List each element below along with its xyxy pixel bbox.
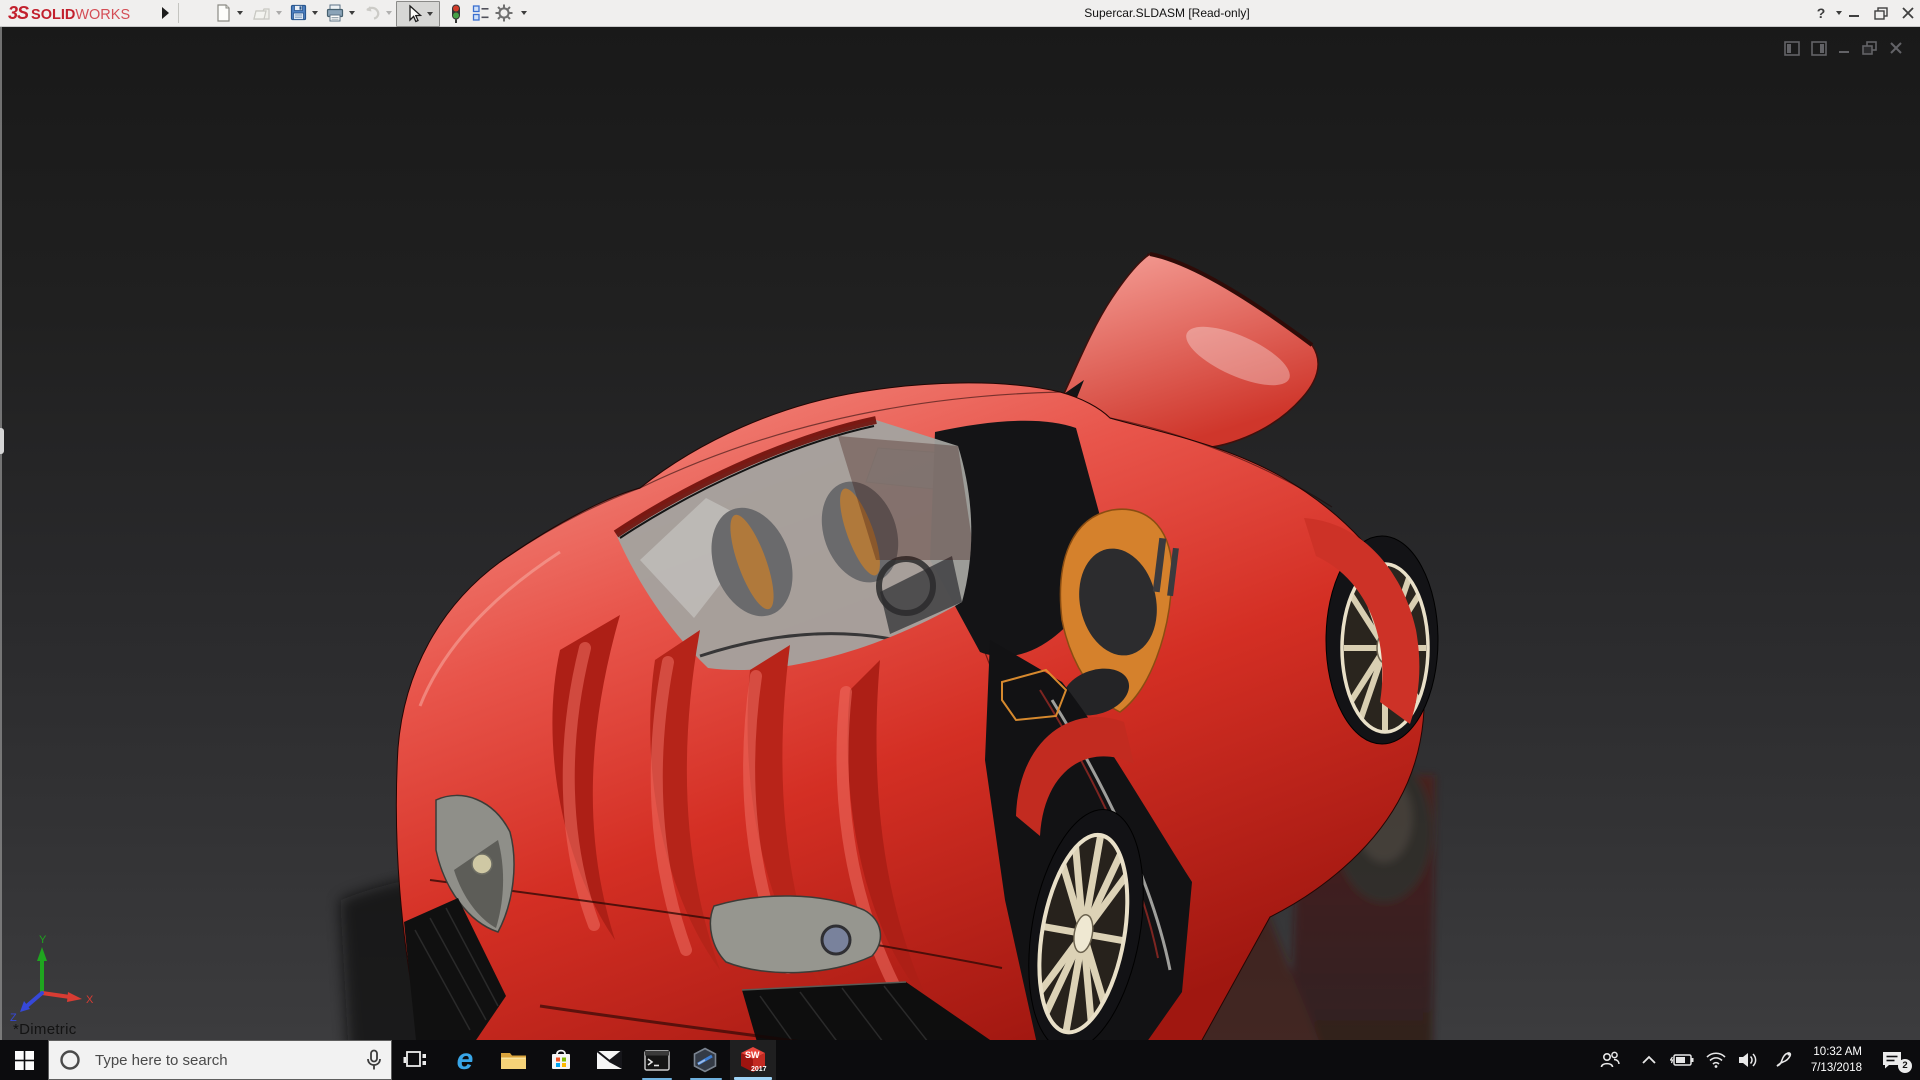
gear-icon <box>495 4 513 22</box>
file-explorer-icon <box>500 1053 526 1069</box>
view-orientation-label: *Dimetric <box>13 1021 77 1038</box>
menu-flyout-icon[interactable] <box>162 7 169 19</box>
windows-ink-tray-button[interactable] <box>1767 1040 1799 1080</box>
clock-time: 10:32 AM <box>1813 1046 1862 1058</box>
wifi-tray-button[interactable] <box>1700 1040 1732 1080</box>
doc-close-icon[interactable] <box>1889 41 1903 56</box>
solidworks-2017-icon: SW 2017 <box>741 1047 767 1073</box>
undo-button[interactable] <box>362 1 392 25</box>
pen-icon <box>1776 1052 1792 1067</box>
panel-splitter[interactable] <box>0 26 2 1040</box>
taskbar-app-edge[interactable]: e <box>442 1040 488 1080</box>
sw-label: SW <box>745 1050 760 1060</box>
minimize-button[interactable] <box>1843 0 1865 26</box>
dropdown-arrow[interactable] <box>312 11 318 15</box>
new-document-button[interactable] <box>214 1 243 25</box>
solidworks-logo: 3S SOLIDWORKS <box>8 3 131 23</box>
model-supercar[interactable] <box>0 26 1920 1040</box>
task-view-button[interactable] <box>392 1040 438 1080</box>
dropdown-arrow[interactable] <box>426 12 433 16</box>
battery-charging-icon <box>1670 1054 1694 1066</box>
restore-button[interactable] <box>1869 0 1893 26</box>
taskbar-search[interactable] <box>48 1040 392 1080</box>
save-button[interactable] <box>289 1 318 25</box>
taskbar-app-edrawings[interactable] <box>682 1040 728 1080</box>
doc-minimize-icon[interactable] <box>1838 41 1851 56</box>
save-icon <box>290 4 307 21</box>
pane-right-icon[interactable] <box>1811 40 1827 56</box>
taskbar: e <box>0 1040 1920 1080</box>
orientation-triad: Y X Z <box>8 933 100 1028</box>
people-icon <box>1600 1051 1620 1068</box>
feature-list-icon <box>472 5 489 21</box>
start-button[interactable] <box>0 1040 48 1080</box>
taskbar-app-store[interactable] <box>538 1040 584 1080</box>
volume-tray-button[interactable] <box>1732 1040 1764 1080</box>
feature-properties-button[interactable] <box>471 1 491 25</box>
taskbar-app-command-prompt[interactable] <box>634 1040 680 1080</box>
hidden-icons-button[interactable] <box>1633 1040 1665 1080</box>
clock-date: 7/13/2018 <box>1810 1062 1862 1074</box>
people-tray-button[interactable] <box>1594 1040 1626 1080</box>
sw-year: 2017 <box>751 1066 767 1073</box>
task-view-icon <box>403 1051 426 1067</box>
undo-icon <box>366 6 380 20</box>
brand-glyph: 3S <box>8 3 29 23</box>
toolbar-separator <box>178 3 179 23</box>
taskbar-clock[interactable]: 10:32 AM 7/13/2018 <box>1800 1044 1862 1076</box>
help-dropdown-arrow[interactable] <box>1836 11 1842 15</box>
help-button[interactable]: ? <box>1808 0 1834 26</box>
taskbar-app-mail[interactable] <box>586 1040 632 1080</box>
select-cursor-icon <box>408 4 422 23</box>
panel-splitter-handle[interactable] <box>0 428 4 454</box>
open-icon <box>253 8 270 20</box>
windows-logo-icon <box>14 1050 34 1070</box>
doc-restore-icon[interactable] <box>1862 40 1878 56</box>
triad-x-label: X <box>86 994 94 1006</box>
command-prompt-icon <box>644 1049 670 1071</box>
battery-tray-button[interactable] <box>1666 1040 1698 1080</box>
dropdown-arrow[interactable] <box>521 11 527 15</box>
dropdown-arrow[interactable] <box>386 11 392 15</box>
search-input[interactable] <box>93 1050 337 1070</box>
taskbar-app-file-explorer[interactable] <box>490 1040 536 1080</box>
new-document-icon <box>217 4 230 22</box>
print-button[interactable] <box>325 1 355 25</box>
pane-left-icon[interactable] <box>1784 40 1800 56</box>
store-icon <box>552 1049 570 1069</box>
car-headlight-right <box>709 895 882 974</box>
speaker-icon <box>1739 1053 1757 1067</box>
notification-badge: 2 <box>1898 1059 1912 1073</box>
open-button[interactable] <box>252 1 282 25</box>
print-icon <box>326 4 344 22</box>
mail-icon <box>595 1050 623 1069</box>
traffic-light-icon <box>452 4 460 23</box>
edrawings-hexagon-icon <box>693 1047 717 1073</box>
dropdown-arrow[interactable] <box>349 11 355 15</box>
close-button[interactable] <box>1896 0 1920 26</box>
title-bar: 3S SOLIDWORKS Supercar.SLDASM [Read-only… <box>0 0 1920 27</box>
options-button[interactable] <box>494 1 527 25</box>
dropdown-arrow[interactable] <box>237 11 243 15</box>
dropdown-arrow[interactable] <box>276 11 282 15</box>
chevron-up-icon <box>1642 1055 1656 1064</box>
triad-y-label: Y <box>39 934 47 946</box>
cortana-icon <box>60 1050 80 1070</box>
wifi-icon <box>1706 1052 1726 1068</box>
edge-icon: e <box>456 1043 474 1076</box>
window-title: Supercar.SLDASM [Read-only] <box>1084 6 1250 20</box>
microphone-icon[interactable] <box>365 1049 383 1071</box>
taskbar-app-solidworks[interactable]: SW 2017 <box>730 1040 776 1080</box>
display-states-button[interactable] <box>449 1 463 25</box>
select-tool-button[interactable] <box>396 1 440 27</box>
document-window-controls <box>1784 38 1914 58</box>
